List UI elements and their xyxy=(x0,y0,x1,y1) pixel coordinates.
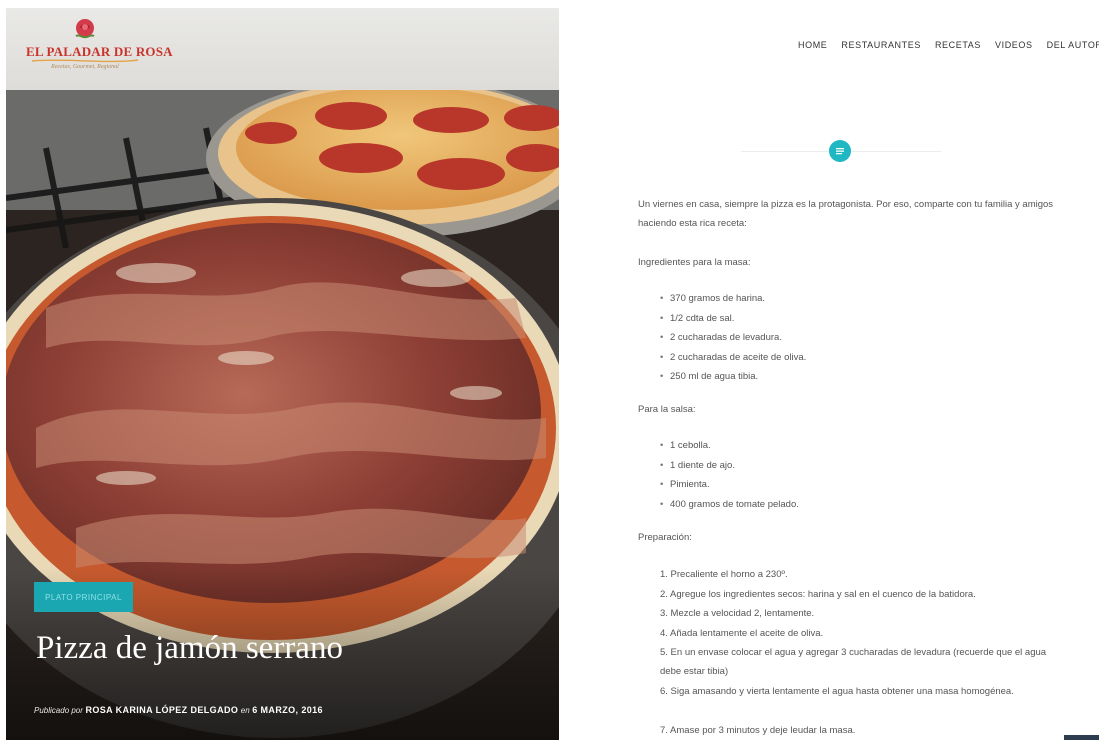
salsa-ingredients-list: 1 cebolla. 1 diente de ajo. Pimienta. 40… xyxy=(660,436,1050,514)
nav-item-del-autor[interactable]: DEL AUTOR xyxy=(1047,40,1099,50)
list-item: Pimienta. xyxy=(660,475,1050,495)
lines-icon xyxy=(836,148,844,155)
byline-prefix: Publicado por xyxy=(34,706,83,715)
post-title: Pizza de jamón serrano xyxy=(36,630,343,666)
list-item: 4. Añada lentamente el aceite de oliva. xyxy=(660,627,824,639)
list-item: 1 cebolla. xyxy=(660,436,1050,456)
main-nav: HOME RESTAURANTES RECETAS VIDEOS DEL AUT… xyxy=(798,40,1099,50)
salsa-heading: Para la salsa: xyxy=(638,404,696,415)
list-item: 7. Amase por 3 minutos y deje leudar la … xyxy=(660,725,856,736)
nav-item-recetas[interactable]: RECETAS xyxy=(935,40,981,50)
list-item: 1 diente de ajo. xyxy=(660,456,1050,476)
list-item: 400 gramos de tomate pelado. xyxy=(660,495,1050,515)
rose-icon xyxy=(75,19,95,39)
prep-steps-list: 1. Precaliente el horno a 230º. 2. Agreg… xyxy=(660,565,1050,740)
category-badge[interactable]: PLATO PRINCIPAL xyxy=(34,582,133,612)
author-link[interactable]: ROSA KARINA LÓPEZ DELGADO xyxy=(85,705,238,715)
prep-heading: Preparación: xyxy=(638,532,692,543)
list-item: 2 cucharadas de levadura. xyxy=(660,328,1050,348)
list-item: 2. Agregue los ingredientes secos: harin… xyxy=(660,588,976,600)
list-item: 1/2 cdta de sal. xyxy=(660,309,1050,329)
date-prefix: en xyxy=(240,706,250,715)
list-item: 1. Precaliente el horno a 230º. xyxy=(660,569,788,580)
intro-paragraph: Un viernes en casa, siempre la pizza es … xyxy=(638,199,1054,229)
list-item: 5. En un envase colocar el agua y agrega… xyxy=(660,647,1047,677)
nav-item-videos[interactable]: VIDEOS xyxy=(995,40,1033,50)
post-byline: Publicado por ROSA KARINA LÓPEZ DELGADO … xyxy=(34,705,554,715)
nav-item-home[interactable]: HOME xyxy=(798,40,827,50)
post-date[interactable]: 6 MARZO, 2016 xyxy=(252,705,323,715)
scroll-to-top-button[interactable] xyxy=(1064,735,1099,740)
featured-image-hero: EL PALADAR DE ROSA Recetas, Gourmet, Reg… xyxy=(6,8,559,740)
logo-subtitle: Recetas, Gourmet, Regional xyxy=(51,64,119,70)
text-format-icon xyxy=(829,140,851,162)
nav-item-restaurantes[interactable]: RESTAURANTES xyxy=(841,40,921,50)
list-item: 370 gramos de harina. xyxy=(660,289,1050,309)
list-item: 6. Siga amasando y vierta lentamente el … xyxy=(660,686,1014,697)
site-logo[interactable]: EL PALADAR DE ROSA Recetas, Gourmet, Reg… xyxy=(26,16,173,82)
list-item: 250 ml de agua tibia. xyxy=(660,367,1050,387)
list-item: 2 cucharadas de aceite de oliva. xyxy=(660,348,1050,368)
masa-ingredients-list: 370 gramos de harina. 1/2 cdta de sal. 2… xyxy=(660,289,1050,387)
masa-heading: Ingredientes para la masa: xyxy=(638,257,751,268)
list-item: 3. Mezcle a velocidad 2, lentamente. xyxy=(660,608,815,619)
